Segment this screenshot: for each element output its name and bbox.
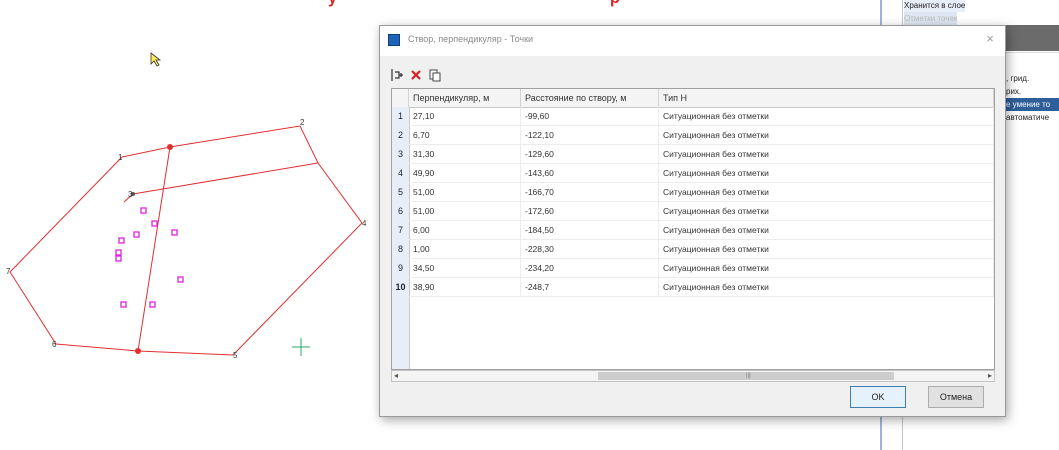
table-cell-perp[interactable]: 6,70: [409, 126, 521, 145]
grip-icon: |||: [746, 373, 751, 379]
column-header[interactable]: Расстояние по створу, м: [521, 89, 659, 107]
panel-row[interactable]: Хранится в слое: [904, 0, 966, 12]
vertex-label: 3: [128, 190, 133, 199]
corner-cell: [392, 89, 409, 107]
table-row[interactable]: 3 31,30 -129,60 Ситуационная без отметки: [392, 145, 994, 164]
vertex-label: 4: [362, 219, 367, 228]
row-number[interactable]: 8: [392, 240, 409, 259]
table-row[interactable]: 4 49,90 -143,60 Ситуационная без отметки: [392, 164, 994, 183]
row-number[interactable]: 5: [392, 183, 409, 202]
table-row[interactable]: 6 51,00 -172,60 Ситуационная без отметки: [392, 202, 994, 221]
table-cell-type[interactable]: Ситуационная без отметки: [659, 202, 994, 221]
horizontal-scrollbar[interactable]: ◂ ||| ▸: [391, 370, 995, 382]
table-cell-perp[interactable]: 6,00: [409, 221, 521, 240]
row-number[interactable]: 10: [392, 278, 409, 297]
table-cell-type[interactable]: Ситуационная без отметки: [659, 183, 994, 202]
column-header[interactable]: Тип Н: [659, 89, 994, 107]
vertex-label: 6: [52, 340, 57, 349]
table-cell-type[interactable]: Ситуационная без отметки: [659, 164, 994, 183]
column-header[interactable]: Перпендикуляр, м: [409, 89, 521, 107]
table-cell-dist[interactable]: -129,60: [521, 145, 659, 164]
row-number[interactable]: 7: [392, 221, 409, 240]
scroll-thumb[interactable]: |||: [598, 372, 894, 380]
table-row[interactable]: 2 6,70 -122,10 Ситуационная без отметки: [392, 126, 994, 145]
dialog-titlebar[interactable]: Створ, перпендикуляр - Точки ×: [380, 26, 1005, 56]
table-cell-type[interactable]: Ситуационная без отметки: [659, 145, 994, 164]
panel-row[interactable]: рих.: [1006, 85, 1021, 98]
table-cell-dist[interactable]: -234,20: [521, 259, 659, 278]
panel-row[interactable]: Отметки точек: [904, 12, 958, 25]
copy-button[interactable]: [426, 66, 444, 84]
dialog-toolbar: [386, 64, 998, 86]
row-number[interactable]: 4: [392, 164, 409, 183]
table-cell-perp[interactable]: 34,50: [409, 259, 521, 278]
scroll-right-icon[interactable]: ▸: [988, 371, 992, 381]
scroll-left-icon[interactable]: ◂: [394, 371, 398, 381]
table-cell-perp[interactable]: 51,00: [409, 202, 521, 221]
vertex-label: 5: [233, 351, 238, 360]
row-number[interactable]: 1: [392, 107, 409, 126]
cancel-button[interactable]: Отмена: [928, 386, 984, 408]
panel-row[interactable]: автоматиче: [1006, 111, 1049, 124]
table-cell-type[interactable]: Ситуационная без отметки: [659, 278, 994, 297]
panel-row[interactable]: , грид.: [1006, 72, 1029, 85]
vertex-marker[interactable]: [167, 144, 173, 150]
table-cell-dist[interactable]: -166,70: [521, 183, 659, 202]
insert-row-button[interactable]: [388, 66, 406, 84]
table-cell-perp[interactable]: 27,10: [409, 107, 521, 126]
points-dialog: Створ, перпендикуляр - Точки × Перпендик…: [379, 25, 1006, 417]
vertex-label: 2: [300, 118, 305, 127]
table-cell-type[interactable]: Ситуационная без отметки: [659, 126, 994, 145]
points-table[interactable]: Перпендикуляр, м Расстояние по створу, м…: [391, 88, 995, 370]
panel-row[interactable]: е умение то: [1006, 98, 1059, 111]
table-cell-perp[interactable]: 31,30: [409, 145, 521, 164]
vertex-label: 7: [6, 267, 11, 276]
copy-icon: [429, 69, 441, 82]
row-number[interactable]: 3: [392, 145, 409, 164]
table-row[interactable]: 5 51,00 -166,70 Ситуационная без отметки: [392, 183, 994, 202]
table-cell-type[interactable]: Ситуационная без отметки: [659, 107, 994, 126]
table-cell-dist[interactable]: -184,50: [521, 221, 659, 240]
delete-row-button[interactable]: [407, 66, 425, 84]
ok-button[interactable]: OK: [850, 386, 906, 408]
table-row[interactable]: 8 1,00 -228,30 Ситуационная без отметки: [392, 240, 994, 259]
crosshair-icon: [292, 338, 310, 356]
table-cell-type[interactable]: Ситуационная без отметки: [659, 221, 994, 240]
table-cell-perp[interactable]: 38,90: [409, 278, 521, 297]
row-number[interactable]: 6: [392, 202, 409, 221]
table-cell-type[interactable]: Ситуационная без отметки: [659, 240, 994, 259]
table-cell-perp[interactable]: 1,00: [409, 240, 521, 259]
table-cell-dist[interactable]: -99,60: [521, 107, 659, 126]
app-icon: [388, 34, 400, 46]
mouse-pointer-icon: [150, 52, 162, 67]
table-header: Перпендикуляр, м Расстояние по створу, м…: [392, 89, 994, 108]
table-row[interactable]: 1 27,10 -99,60 Ситуационная без отметки: [392, 107, 994, 126]
table-cell-dist[interactable]: -122,10: [521, 126, 659, 145]
close-button[interactable]: ×: [983, 32, 997, 46]
polygon-outline: [9, 125, 363, 356]
table-cell-dist[interactable]: -228,30: [521, 240, 659, 259]
table-row[interactable]: 9 34,50 -234,20 Ситуационная без отметки: [392, 259, 994, 278]
row-number[interactable]: 2: [392, 126, 409, 145]
vertex-label: 1: [118, 153, 123, 162]
table-cell-perp[interactable]: 49,90: [409, 164, 521, 183]
dialog-title: Створ, перпендикуляр - Точки: [408, 34, 534, 44]
table-cell-dist[interactable]: -143,60: [521, 164, 659, 183]
delete-x-icon: [411, 70, 421, 80]
table-row[interactable]: 10 38,90 -248,7 Ситуационная без отметки: [392, 278, 994, 297]
survey-points: [115, 207, 184, 308]
table-row[interactable]: 7 6,00 -184,50 Ситуационная без отметки: [392, 221, 994, 240]
insert-row-icon: [391, 69, 403, 81]
table-cell-dist[interactable]: -248,7: [521, 278, 659, 297]
table-cell-dist[interactable]: -172,60: [521, 202, 659, 221]
table-cell-perp[interactable]: 51,00: [409, 183, 521, 202]
row-number[interactable]: 9: [392, 259, 409, 278]
vertex-marker[interactable]: [135, 348, 141, 354]
table-cell-type[interactable]: Ситуационная без отметки: [659, 259, 994, 278]
